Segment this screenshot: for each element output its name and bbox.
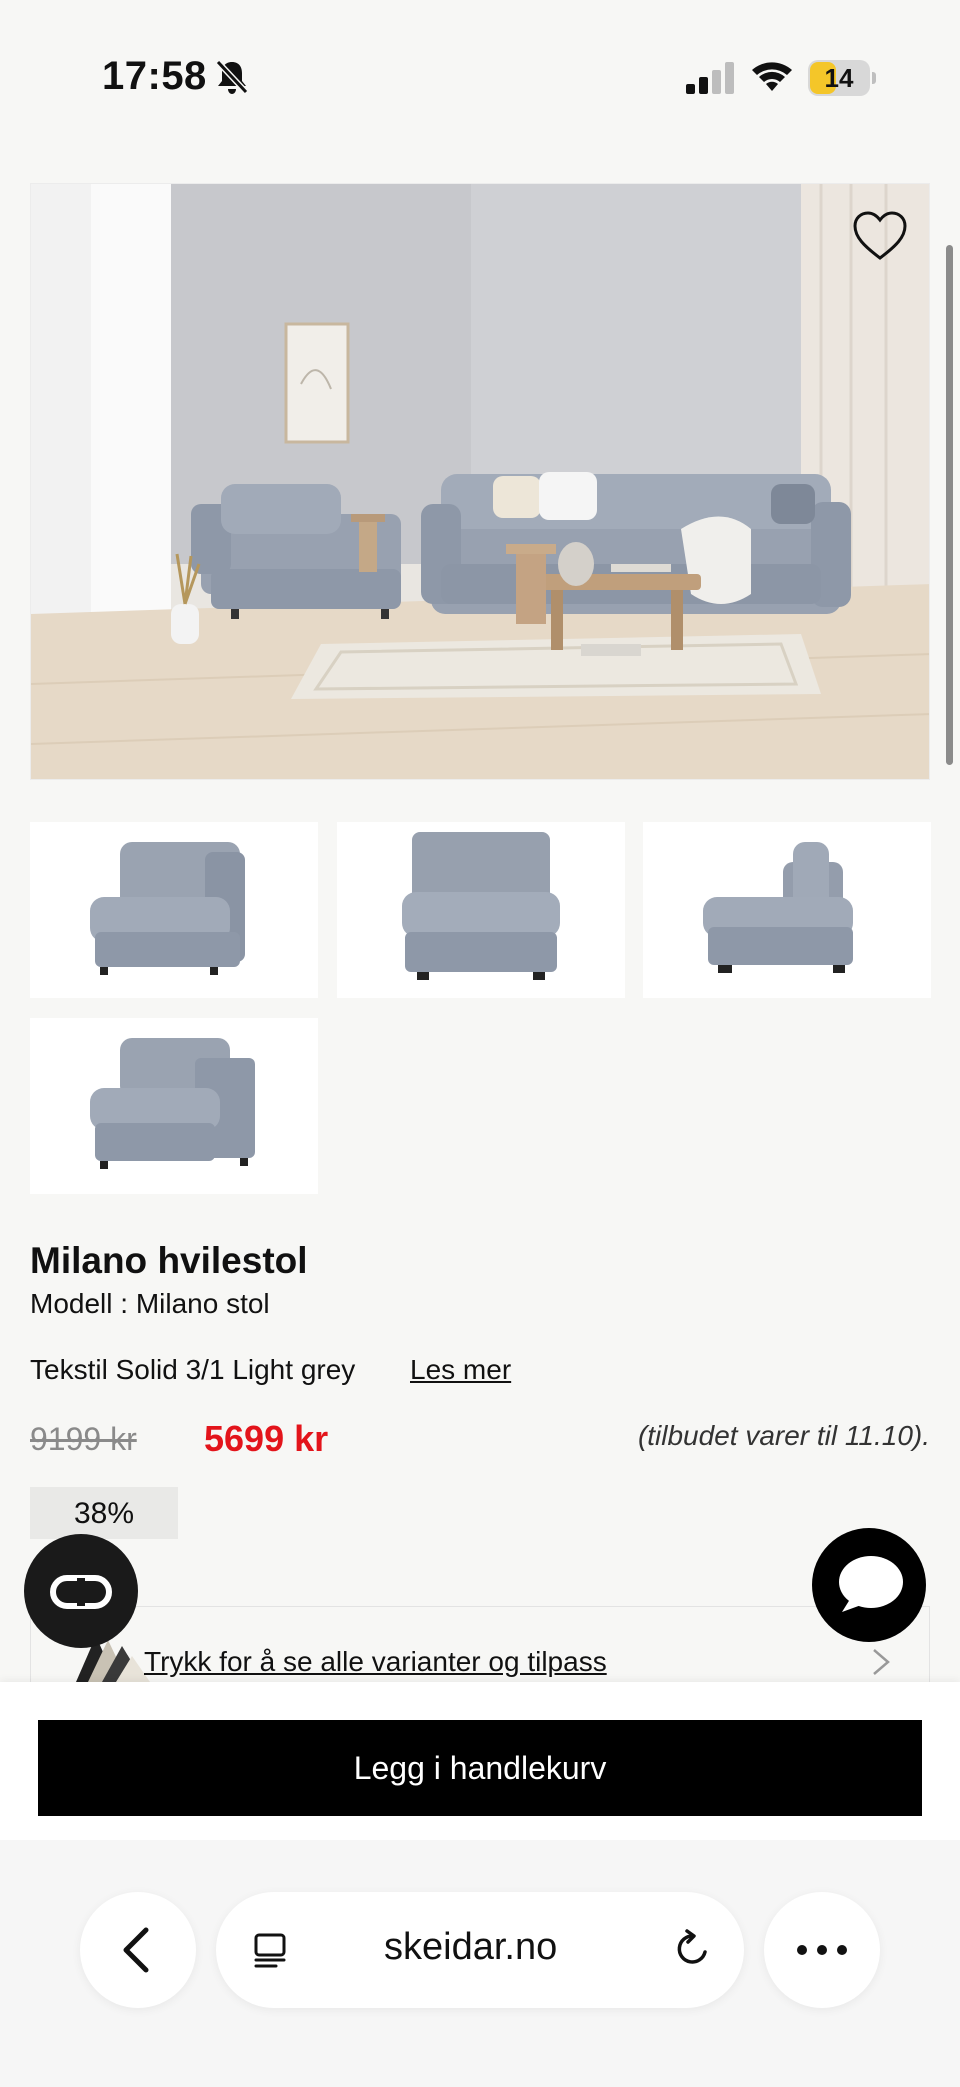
sale-price: 5699 kr: [204, 1418, 329, 1459]
reload-icon[interactable]: [672, 1928, 714, 1970]
chair-thumbnail-front: [402, 832, 560, 980]
see-all-variants-link[interactable]: Trykk for å se alle varianter og tilpass: [144, 1646, 607, 1678]
more-options-button[interactable]: [764, 1892, 880, 2008]
product-thumbnail-3[interactable]: [643, 822, 931, 998]
living-room-illustration: [31, 184, 929, 779]
old-price: 9199 kr: [30, 1421, 137, 1457]
favorite-heart-icon[interactable]: [852, 210, 908, 262]
read-more-link[interactable]: Les mer: [410, 1354, 511, 1386]
product-model: Modell : Milano stol: [30, 1288, 270, 1319]
add-to-cart-button[interactable]: Legg i handlekurv: [38, 1720, 922, 1816]
ellipsis-icon: [797, 1945, 847, 1955]
chair-thumbnail-angled: [90, 842, 245, 975]
product-thumbnail-1[interactable]: [30, 822, 318, 998]
product-title: Milano hvilestol: [30, 1240, 308, 1281]
hero-product-image[interactable]: [30, 183, 930, 780]
reader-mode-icon[interactable]: [250, 1930, 290, 1970]
discount-badge: 38%: [30, 1487, 178, 1539]
product-thumbnail-4[interactable]: [30, 1018, 318, 1194]
bell-off-icon: [215, 59, 249, 95]
chat-bubble-icon: [839, 1556, 903, 1612]
battery-icon: 14: [808, 60, 876, 96]
wifi-icon: [752, 62, 792, 91]
product-variant: Tekstil Solid 3/1 Light grey: [30, 1354, 356, 1385]
url-text[interactable]: skeidar.no: [384, 1926, 557, 1969]
toggle-link-icon: [50, 1575, 112, 1609]
chevron-right-icon[interactable]: [870, 1646, 892, 1678]
status-bar: 17:58 14: [0, 0, 960, 160]
accessibility-toggle-button[interactable]: [24, 1534, 138, 1648]
status-time: 17:58: [102, 54, 207, 98]
product-thumbnail-2[interactable]: [337, 822, 625, 998]
battery-cap: [872, 72, 876, 84]
offer-validity-note: (tilbudet varer til 11.10).: [637, 1420, 930, 1451]
page-scrollbar[interactable]: [946, 245, 953, 765]
chevron-left-icon: [123, 1927, 149, 1973]
signal-icon: [686, 62, 734, 94]
back-button[interactable]: [80, 1892, 196, 2008]
chair-thumbnail-side: [703, 842, 853, 973]
chair-thumbnail-corner: [90, 1038, 255, 1169]
battery-level: 14: [824, 63, 854, 93]
chat-button[interactable]: [812, 1528, 926, 1642]
